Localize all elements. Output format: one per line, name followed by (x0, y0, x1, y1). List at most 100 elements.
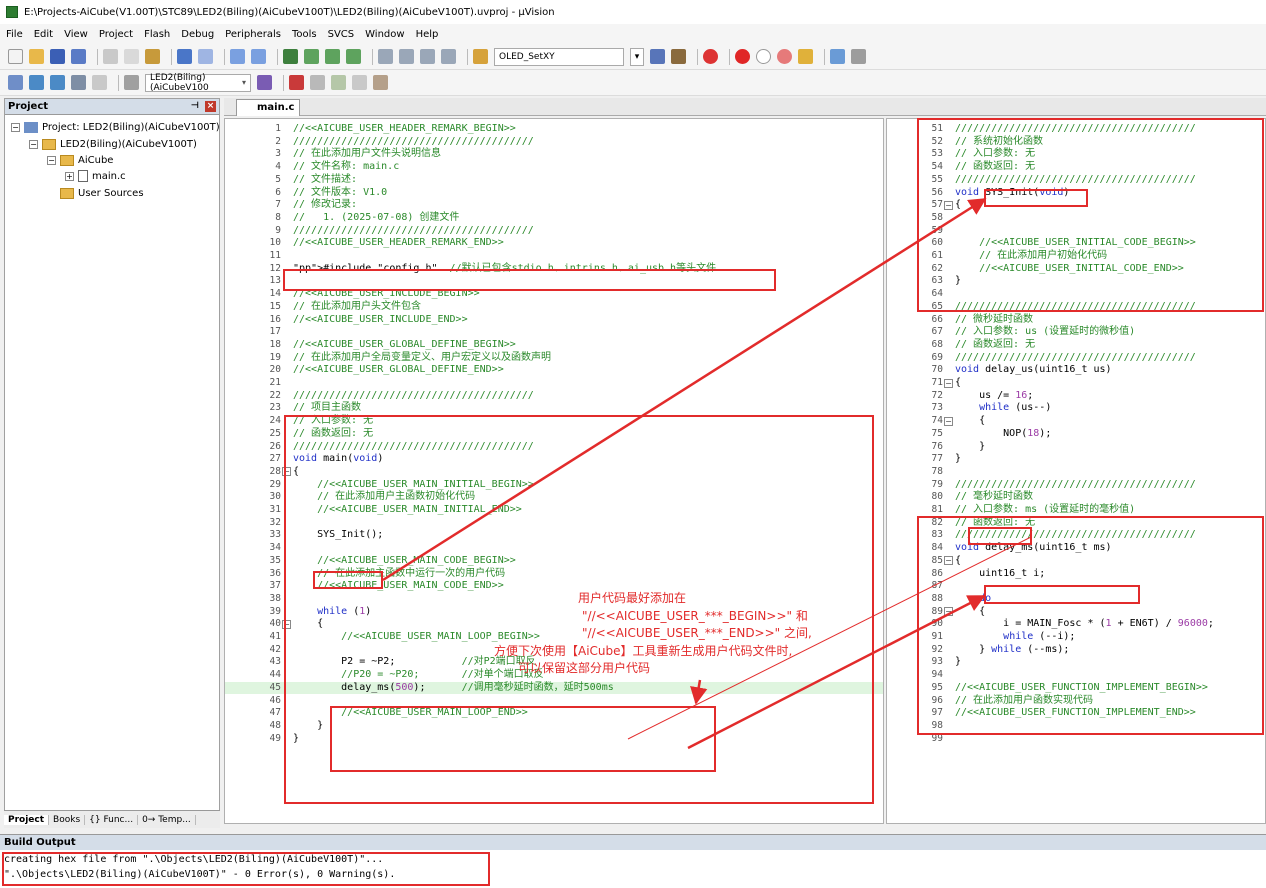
code-line[interactable]: //////////////////////////////////////// (955, 123, 1196, 135)
target-options-icon[interactable] (257, 75, 272, 90)
copy-icon[interactable] (124, 49, 139, 64)
menu-project[interactable]: Project (99, 29, 133, 40)
menu-help[interactable]: Help (416, 29, 439, 40)
code-line[interactable]: while (us--) (955, 402, 1051, 414)
menu-view[interactable]: View (64, 29, 88, 40)
code-line[interactable]: } (955, 656, 961, 668)
menu-debug[interactable]: Debug (181, 29, 214, 40)
configuration-icon[interactable] (798, 49, 813, 64)
code-line[interactable]: // 文件描述: (293, 174, 357, 186)
panel-tab[interactable]: {} Func... (85, 814, 139, 825)
fold-toggle-icon[interactable]: − (944, 556, 953, 566)
code-line[interactable]: //<<AICUBE_USER_MAIN_LOOP_BEGIN>> (293, 631, 540, 643)
code-line[interactable]: // 函数返回: 无 (293, 428, 373, 440)
code-line[interactable]: // 文件名称: main.c (293, 161, 399, 173)
code-line[interactable]: //P20 = ~P20; //对单个端口取反 (293, 669, 543, 681)
code-line[interactable]: } (293, 733, 299, 745)
prev-bookmark-icon[interactable] (304, 49, 319, 64)
menu-edit[interactable]: Edit (34, 29, 53, 40)
code-line[interactable]: //<<AICUBE_USER_GLOBAL_DEFINE_BEGIN>> (293, 339, 516, 351)
code-line[interactable]: } while (--ms); (955, 644, 1069, 656)
panel-tab[interactable]: Books (49, 814, 86, 825)
code-line[interactable]: { (955, 377, 961, 389)
kill-breakpoints-icon[interactable] (777, 49, 792, 64)
fold-toggle-icon[interactable]: − (944, 416, 953, 426)
tree-item[interactable]: − Project: LED2(Biling)(AiCubeV100T) (11, 119, 220, 135)
menu-svcs[interactable]: SVCS (328, 29, 355, 40)
batch-build-icon[interactable] (71, 75, 86, 90)
code-line[interactable]: //<<AICUBE_USER_MAIN_INITIAL_BEGIN>> (293, 479, 534, 491)
bookmark-icon[interactable] (283, 49, 298, 64)
code-line[interactable]: } (955, 275, 961, 287)
comment-icon[interactable] (420, 49, 435, 64)
code-line[interactable]: //////////////////////////////////////// (293, 225, 534, 237)
code-line[interactable]: { (293, 618, 323, 630)
editor-right-pane[interactable]: 51 //////////////////////////////////////… (886, 118, 1266, 824)
code-line[interactable]: //<<AICUBE_USER_HEADER_REMARK_BEGIN>> (293, 123, 516, 135)
disable-breakpoint-icon[interactable] (756, 49, 771, 64)
code-line[interactable]: //<<AICUBE_USER_INCLUDE_BEGIN>> (293, 288, 480, 300)
fold-toggle-icon[interactable]: − (282, 467, 291, 477)
close-icon[interactable]: × (205, 101, 216, 112)
find-in-files-icon[interactable] (473, 49, 488, 64)
menu-peripherals[interactable]: Peripherals (225, 29, 281, 40)
new-file-icon[interactable] (8, 49, 23, 64)
code-line[interactable]: //<<AICUBE_USER_HEADER_REMARK_END>> (293, 237, 504, 249)
code-line[interactable]: //<<AICUBE_USER_INCLUDE_END>> (293, 314, 468, 326)
code-line[interactable]: // 在此添加用户主函数初始化代码 (293, 491, 475, 503)
code-line[interactable]: // 毫秒延时函数 (955, 491, 1033, 503)
code-line[interactable]: //<<AICUBE_USER_INITIAL_CODE_BEGIN>> (955, 237, 1196, 249)
code-line[interactable]: // 系统初始化函数 (955, 136, 1043, 148)
code-line[interactable]: //<<AICUBE_USER_MAIN_INITIAL_END>> (293, 504, 522, 516)
open-folder-icon[interactable] (29, 49, 44, 64)
download-icon[interactable] (124, 75, 139, 90)
unindent-icon[interactable] (399, 49, 414, 64)
window-layout-icon[interactable] (830, 49, 845, 64)
component-icon[interactable] (373, 75, 388, 90)
code-line[interactable]: //<<AICUBE_USER_MAIN_LOOP_END>> (293, 707, 528, 719)
redo-icon[interactable] (198, 49, 213, 64)
code-line[interactable]: { (955, 555, 961, 567)
code-line[interactable]: { (955, 606, 985, 618)
menu-window[interactable]: Window (365, 29, 404, 40)
code-line[interactable]: //<<AICUBE_USER_MAIN_CODE_BEGIN>> (293, 555, 516, 567)
collapse-icon[interactable]: − (29, 139, 38, 149)
code-line[interactable]: void SYS_Init(void) (955, 187, 1069, 199)
code-line[interactable]: delay_ms(500); //调用毫秒延时函数，延时500ms (293, 682, 614, 694)
code-line[interactable]: //////////////////////////////////////// (955, 174, 1196, 186)
code-line[interactable]: } (955, 441, 985, 453)
code-line[interactable]: while (--i); (955, 631, 1075, 643)
zoom-icon[interactable] (703, 49, 718, 64)
fold-toggle-icon[interactable]: − (944, 607, 953, 617)
code-line[interactable]: void main(void) (293, 453, 383, 465)
code-line[interactable]: { (293, 466, 299, 478)
code-line[interactable]: NOP(18); (955, 428, 1051, 440)
rebuild-icon[interactable] (50, 75, 65, 90)
translate-icon[interactable] (8, 75, 23, 90)
code-line[interactable]: while (1) (293, 606, 371, 618)
code-line[interactable]: // 函数返回: 无 (955, 339, 1035, 351)
code-line[interactable]: us /= 16; (955, 390, 1033, 402)
code-line[interactable]: do (955, 593, 991, 605)
find-combo[interactable]: OLED_SetXY (494, 47, 624, 66)
find-dropdown-icon[interactable]: ▾ (630, 47, 644, 66)
manage-project-items-icon[interactable] (289, 75, 304, 90)
code-line[interactable]: //<<AICUBE_USER_MAIN_CODE_END>> (293, 580, 504, 592)
paste-icon[interactable] (145, 49, 160, 64)
nav-forward-icon[interactable] (251, 49, 266, 64)
code-line[interactable]: //<<AICUBE_USER_FUNCTION_IMPLEMENT_END>> (955, 707, 1196, 719)
code-line[interactable]: i = MAIN_Fosc * (1 + EN6T) / 96000; (955, 618, 1214, 630)
code-line[interactable]: //////////////////////////////////////// (955, 529, 1196, 541)
code-line[interactable]: // 函数返回: 无 (955, 517, 1035, 529)
code-line[interactable]: // 在此添加用户文件头说明信息 (293, 148, 441, 160)
pack-installer-icon[interactable] (352, 75, 367, 90)
code-line[interactable]: } (293, 720, 323, 732)
menu-flash[interactable]: Flash (144, 29, 170, 40)
tree-item[interactable]: − AiCube (47, 152, 113, 168)
code-line[interactable]: //<<AICUBE_USER_GLOBAL_DEFINE_END>> (293, 364, 504, 376)
code-line[interactable]: // 入口参数: 无 (293, 415, 373, 427)
fold-toggle-icon[interactable]: − (944, 200, 953, 210)
code-line[interactable]: // 在此添加主函数中运行一次的用户代码 (293, 568, 505, 580)
find-icon[interactable] (650, 49, 665, 64)
breakpoint-icon[interactable] (735, 49, 750, 64)
